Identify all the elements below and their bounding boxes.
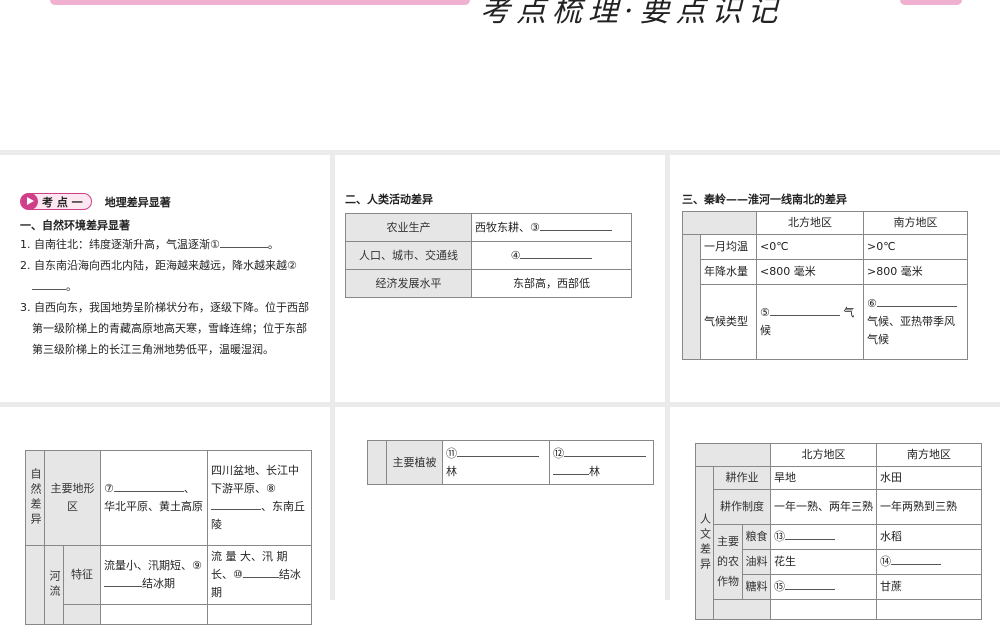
row-label: 油料 bbox=[741, 549, 772, 575]
row-label: 人口、城市、交通线 bbox=[345, 241, 472, 270]
cell: ⑪ bbox=[446, 446, 457, 460]
cell: 林 bbox=[446, 464, 457, 478]
cell: 西牧东耕、③ bbox=[475, 220, 540, 234]
cell: 流量小、汛期短、⑨ bbox=[104, 559, 202, 572]
human-diff-table: 北方地区 南方地区 人文差异 耕作业 旱地 水田 耕作制度 一年一熟、两年三熟 一年两熟到三… bbox=[694, 443, 982, 620]
header-south: 南方地区 bbox=[876, 443, 982, 467]
group-cell: 人文差异 bbox=[695, 466, 714, 620]
cell: 花生 bbox=[770, 549, 878, 575]
cell: 气候、亚热带季风气候 bbox=[867, 315, 955, 346]
section-heading: 三、秦岭——淮河一线南北的差异 bbox=[682, 193, 847, 206]
panel-5 bbox=[335, 407, 665, 600]
cell: ⑭ bbox=[880, 555, 892, 568]
human-activity-table: 农业生产 西牧东耕、③ 人口、城市、交通线 ④ 经济发展水平 东部高，西部低 bbox=[345, 213, 632, 298]
row-label: 一月均温 bbox=[700, 234, 757, 260]
cell bbox=[876, 599, 982, 620]
crops-label: 主要的农作物 bbox=[713, 524, 743, 600]
cell: ⑮ bbox=[774, 580, 786, 593]
banner-title: 考点梳理·要点识记 bbox=[480, 0, 784, 29]
item-list: 1. 自南往北：纬度逐渐升高，气温逐渐① 。 2. 自东南沿海向西北内陆，距海越来… bbox=[20, 234, 310, 360]
cell: 一年一熟、两年三熟 bbox=[770, 489, 878, 525]
row-label: 农业生产 bbox=[345, 213, 472, 242]
play-icon bbox=[21, 193, 38, 210]
cell: 四川盆地、长江中下游平原、⑧ bbox=[211, 464, 299, 495]
cell bbox=[100, 604, 208, 625]
row-label bbox=[63, 604, 101, 625]
topic-title: 地理差异显著 bbox=[104, 196, 171, 209]
row-label: 年降水量 bbox=[700, 259, 757, 285]
item-3: 3. 自西向东，我国地势呈阶梯状分布，逐级下降。位于西部第一级阶梯上的青藏高原地… bbox=[20, 301, 309, 356]
header-south: 南方地区 bbox=[863, 211, 968, 235]
row-label: 主要地形区 bbox=[44, 450, 101, 546]
cell: ⑬ bbox=[774, 530, 786, 543]
group-cell-cont bbox=[25, 545, 45, 625]
cell bbox=[770, 599, 878, 620]
item-1: 1. 自南往北：纬度逐渐升高，气温逐渐① bbox=[20, 238, 220, 251]
cell: 东部高，西部低 bbox=[471, 269, 632, 298]
natural-diff-table: 自然差异 主要地形区 ⑦ 、华北平原、黄土高原 四川盆地、长江中下游平原、⑧、东南丘陵 … bbox=[25, 450, 312, 625]
cell bbox=[207, 604, 312, 625]
cell: 水稻 bbox=[876, 524, 982, 550]
row-label: 特征 bbox=[63, 545, 101, 605]
vegetation-table: 主要植被 ⑪ 林 ⑫ 林 bbox=[367, 440, 654, 485]
cell: 一年两熟到三熟 bbox=[876, 489, 982, 525]
cell: >0℃ bbox=[863, 234, 968, 260]
item-2: 2. 自东南沿海向西北内陆，距海越来越远，降水越来越② bbox=[20, 259, 297, 272]
cell: 甘蔗 bbox=[876, 574, 982, 600]
punct: 。 bbox=[66, 280, 77, 293]
corner-cell bbox=[694, 443, 772, 467]
cell: 水田 bbox=[876, 466, 982, 490]
row-label: 粮食 bbox=[741, 524, 772, 550]
corner-cell bbox=[682, 211, 757, 235]
topic-header: 考 点 一 地理差异显著 bbox=[20, 191, 171, 210]
row-label: 气候类型 bbox=[700, 284, 757, 360]
banner-bar-left bbox=[50, 0, 470, 5]
row-label: 耕作业 bbox=[712, 466, 772, 490]
table-row: 农业生产 西牧东耕、③ bbox=[345, 213, 632, 242]
cell: 旱地 bbox=[770, 466, 878, 490]
cell: ⑥ bbox=[867, 297, 877, 310]
cell: ⑫ bbox=[553, 446, 564, 460]
banner-bar-right bbox=[900, 0, 962, 5]
row-label: 耕作制度 bbox=[712, 489, 772, 525]
topic-badge: 考 点 一 bbox=[20, 193, 92, 210]
section-heading: 一、自然环境差异显著 bbox=[20, 219, 130, 232]
header-north: 北方地区 bbox=[770, 443, 878, 467]
badge-label: 考 点 一 bbox=[42, 195, 83, 209]
cell: 林 bbox=[589, 464, 600, 478]
qinling-table: 北方地区 南方地区 一月均温 <0℃ >0℃ 年降水量 <800 毫米 >800 毫米 气… bbox=[682, 211, 968, 360]
cell: ④ bbox=[510, 248, 521, 262]
row-label: 主要植被 bbox=[386, 440, 443, 485]
row-label: 经济发展水平 bbox=[345, 269, 472, 298]
cell: ⑤ bbox=[760, 306, 770, 319]
table-row: 人口、城市、交通线 ④ bbox=[345, 241, 632, 270]
cell: 结冰期 bbox=[142, 577, 175, 590]
cell: <0℃ bbox=[756, 234, 864, 260]
river-label: 河流 bbox=[44, 545, 64, 625]
cell: ⑦ bbox=[104, 482, 114, 495]
cell: >800 毫米 bbox=[863, 259, 968, 285]
cell: <800 毫米 bbox=[756, 259, 864, 285]
section-heading: 二、人类活动差异 bbox=[345, 193, 433, 206]
group-cell: 自然差异 bbox=[25, 450, 45, 546]
row-label: 糖料 bbox=[741, 574, 772, 600]
row-label bbox=[712, 599, 772, 620]
header-north: 北方地区 bbox=[756, 211, 864, 235]
group-cell bbox=[367, 440, 387, 485]
punct: 。 bbox=[267, 238, 279, 251]
group-cell bbox=[682, 234, 701, 360]
table-row: 经济发展水平 东部高，西部低 bbox=[345, 269, 632, 298]
